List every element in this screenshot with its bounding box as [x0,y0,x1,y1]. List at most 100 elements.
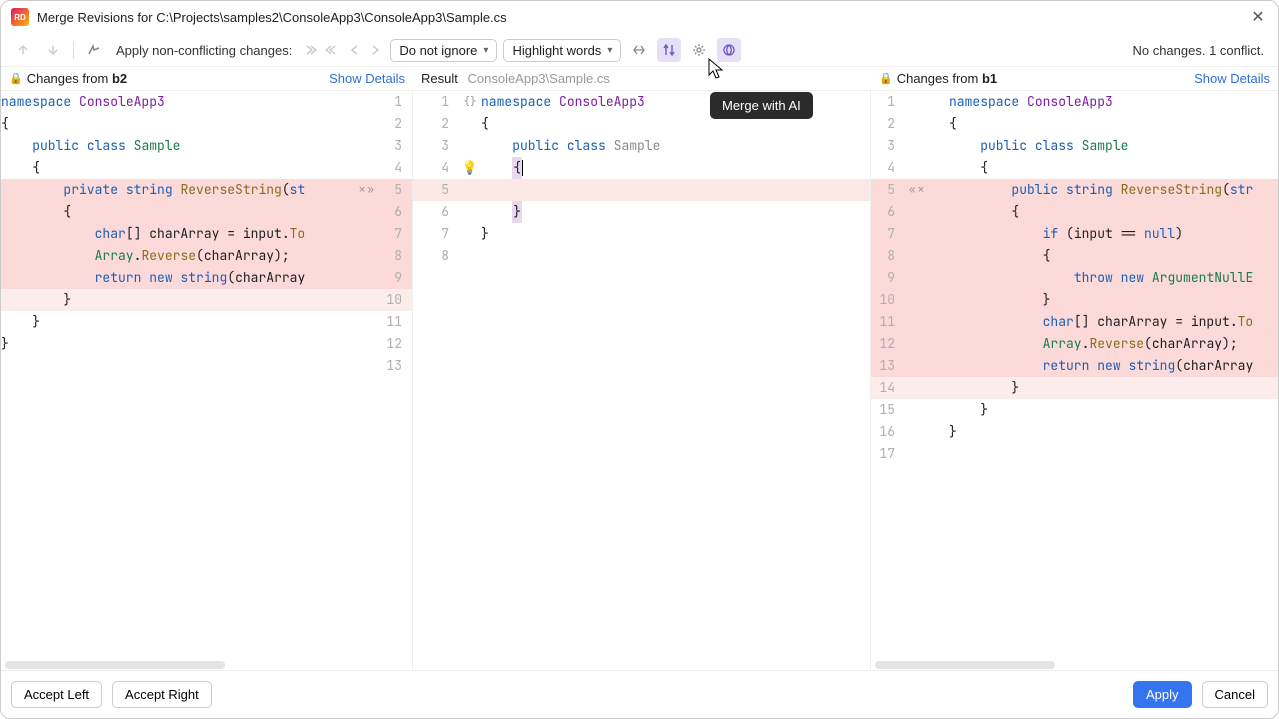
panels-header: 🔒 Changes from b2 Show Details Result Co… [1,67,1278,91]
gutter-num: 5 [413,179,459,201]
toolbar-divider [73,41,74,59]
status-text: No changes. 1 conflict. [1132,43,1264,58]
result-code[interactable]: 1{}namespace ConsoleApp3 2{ 3 public cla… [413,91,870,660]
right-header-label: Changes from b1 [897,71,1194,86]
merge-ai-icon[interactable] [717,38,741,62]
gutter-num: 7 [871,223,905,245]
window-title: Merge Revisions for C:\Projects\samples2… [37,10,1248,25]
gutter-num: 3 [413,135,459,157]
gutter-num: 13 [378,355,412,377]
text-caret [522,160,523,176]
result-editor: 1{}namespace ConsoleApp3 2{ 3 public cla… [413,91,871,670]
lock-icon: 🔒 [879,72,893,85]
gutter-num: 8 [378,245,412,267]
apply-nonconflicting-label: Apply non-conflicting changes: [116,43,292,58]
lock-icon: 🔒 [9,72,23,85]
gutter-num: 9 [871,267,905,289]
gutter-num: 2 [871,113,905,135]
gutter-num: 1 [413,91,459,113]
toolbar: Apply non-conflicting changes: Do not ig… [1,34,1278,67]
next-diff-icon [41,38,65,62]
fold-icon[interactable]: {} [463,91,476,113]
gutter-num: 5 [871,179,905,201]
accept-left-button[interactable]: Accept Left [11,681,102,708]
titlebar: RD Merge Revisions for C:\Projects\sampl… [1,1,1278,34]
gutter-num: 8 [413,245,459,267]
goto-icon[interactable] [82,38,106,62]
ignore-select[interactable]: Do not ignore ▾ [390,39,497,62]
show-details-left[interactable]: Show Details [329,71,405,86]
gutter-num: 6 [871,201,905,223]
highlight-select-label: Highlight words [512,43,601,58]
right-hscroll[interactable] [871,660,1278,670]
gutter-num: 12 [871,333,905,355]
apply-single-right-icon[interactable] [366,41,384,59]
right-header-branch: b1 [982,71,997,86]
gutter-num: 7 [378,223,412,245]
gutter-num: 10 [871,289,905,311]
gutter-num: 17 [871,443,905,465]
gutter-num: 16 [871,421,905,443]
gutter-num: 4 [378,157,412,179]
gutter-num: 1 [871,91,905,113]
settings-icon[interactable] [687,38,711,62]
reject-chunk-icon[interactable]: ✕ [918,179,925,201]
gutter-num: 11 [378,311,412,333]
left-panel-header: 🔒 Changes from b2 Show Details [1,67,413,90]
cancel-button[interactable]: Cancel [1202,681,1268,708]
gutter-num: 11 [871,311,905,333]
gutter-num: 7 [413,223,459,245]
gutter-num: 5 [378,179,412,201]
left-hscroll[interactable] [1,660,412,670]
apply-right-icon[interactable] [322,41,340,59]
prev-diff-icon [11,38,35,62]
accept-right-button[interactable]: Accept Right [112,681,212,708]
gutter-num: 6 [413,201,459,223]
left-header-prefix: Changes from [27,71,112,86]
apply-single-left-icon[interactable] [346,41,364,59]
gutter-num: 6 [378,201,412,223]
highlight-select[interactable]: Highlight words ▾ [503,39,621,62]
close-icon[interactable]: ✕ [1248,7,1268,27]
sync-scroll-icon[interactable] [657,38,681,62]
right-header-prefix: Changes from [897,71,982,86]
collapse-icon[interactable] [627,38,651,62]
gutter-num: 1 [378,91,412,113]
gutter-num: 13 [871,355,905,377]
gutter-num: 4 [871,157,905,179]
app-icon: RD [11,8,29,26]
mid-header-result: Result [421,71,458,86]
gutter-num: 4 [413,157,459,179]
bulb-icon[interactable]: 💡 [462,157,478,179]
editors: namespace ConsoleApp31 {2 public class S… [1,91,1278,670]
left-code[interactable]: namespace ConsoleApp31 {2 public class S… [1,91,412,660]
gutter-num: 9 [378,267,412,289]
footer: Accept Left Accept Right Apply Cancel [1,670,1278,718]
mid-panel-header: Result ConsoleApp3\Sample.cs [413,67,871,90]
gutter-num: 10 [378,289,412,311]
left-header-label: Changes from b2 [27,71,329,86]
mid-header-label: Result ConsoleApp3\Sample.cs [421,71,863,86]
apply-all-group [302,41,340,59]
show-details-right[interactable]: Show Details [1194,71,1270,86]
gutter-num: 2 [378,113,412,135]
chevron-down-icon: ▾ [607,45,612,56]
apply-left-icon[interactable] [302,41,320,59]
reject-chunk-icon[interactable]: ✕ [359,179,366,201]
left-header-branch: b2 [112,71,127,86]
apply-single-group [346,41,384,59]
gutter-num: 3 [378,135,412,157]
mid-hscroll[interactable] [413,660,870,670]
right-code[interactable]: 1namespace ConsoleApp3 2{ 3 public class… [871,91,1278,660]
gutter-num: 14 [871,377,905,399]
left-editor: namespace ConsoleApp31 {2 public class S… [1,91,413,670]
gutter-num: 8 [871,245,905,267]
mid-header-path: ConsoleApp3\Sample.cs [467,71,609,86]
merge-window: RD Merge Revisions for C:\Projects\sampl… [0,0,1279,719]
chevron-down-icon: ▾ [483,45,488,56]
gutter-num: 15 [871,399,905,421]
accept-chunk-icon[interactable]: » [367,179,374,201]
ignore-select-label: Do not ignore [399,43,477,58]
accept-chunk-icon[interactable]: « [909,179,916,201]
apply-button[interactable]: Apply [1133,681,1192,708]
